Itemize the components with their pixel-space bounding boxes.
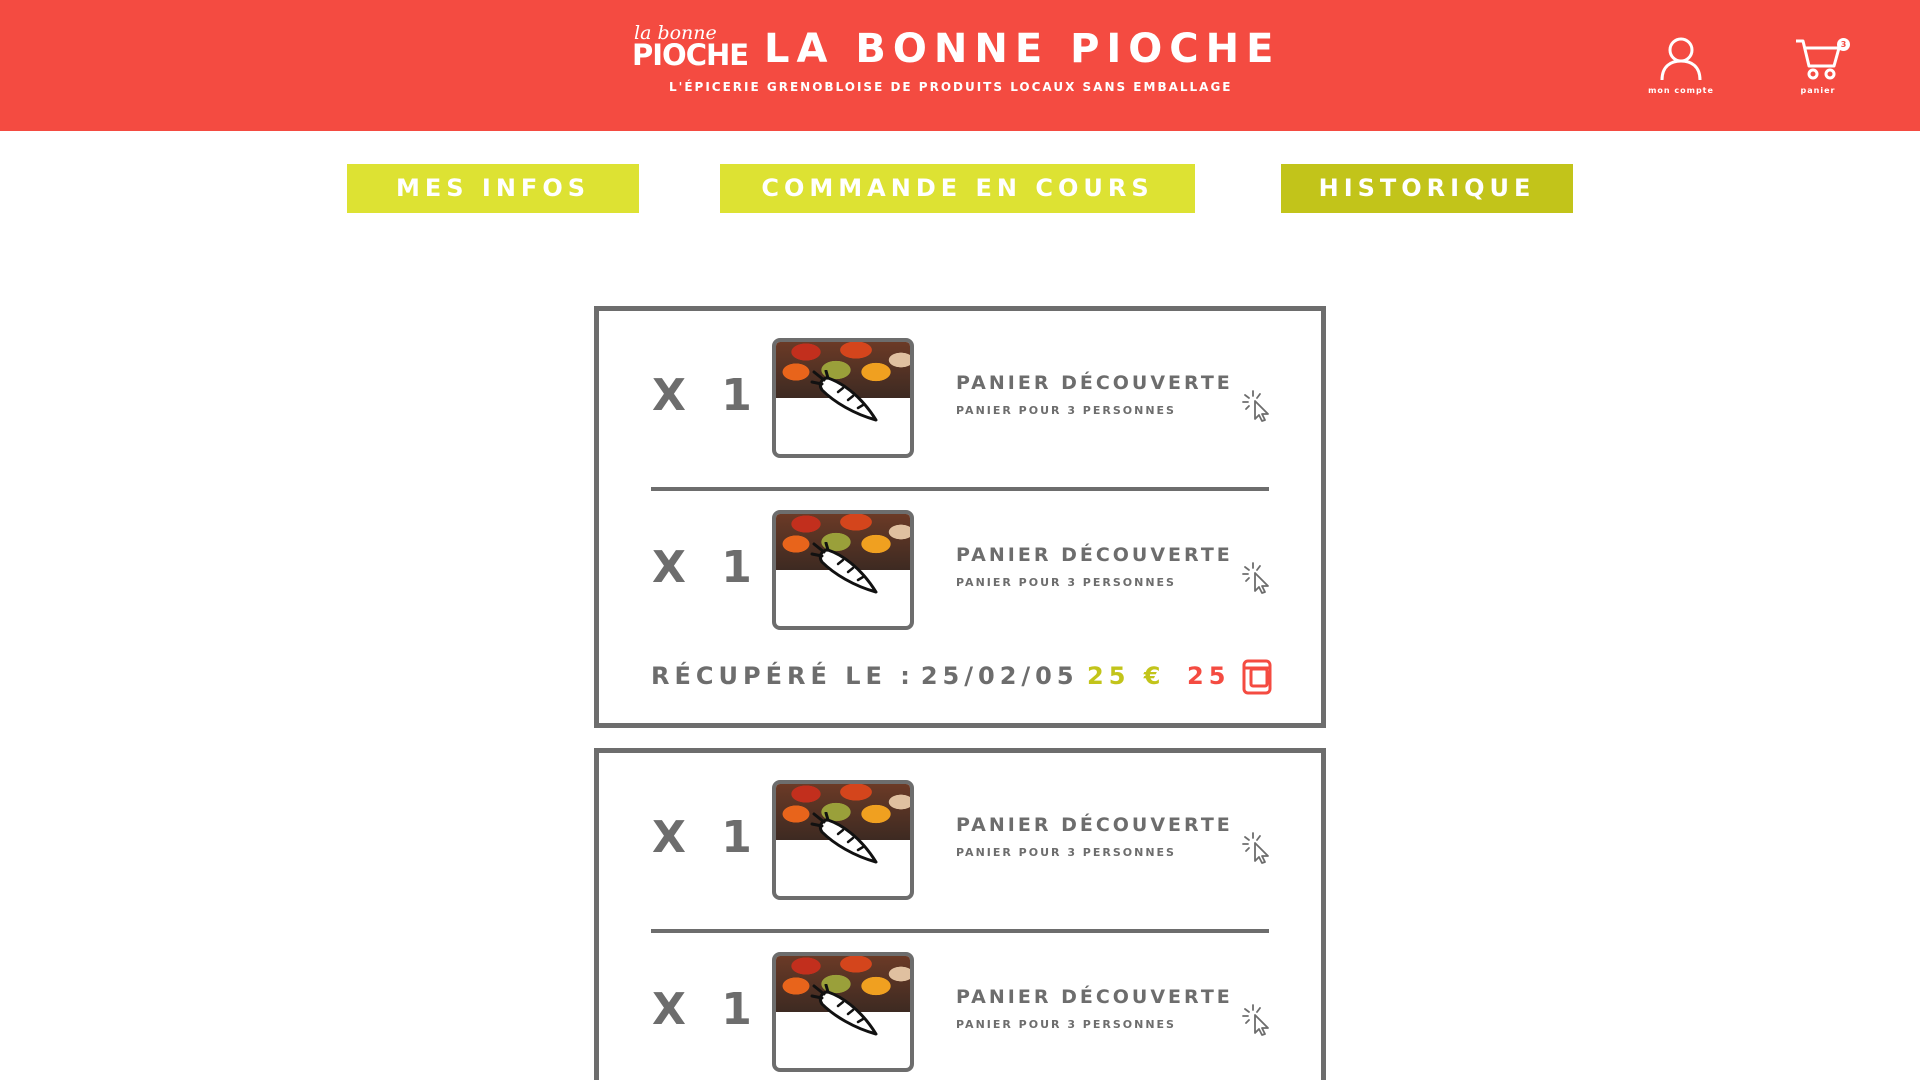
- site-header: la bonne PIOCHE LA BONNE PIOCHE L'ÉPICER…: [0, 0, 1920, 131]
- product-image[interactable]: [772, 780, 914, 900]
- brand-title: LA BONNE PIOCHE: [764, 26, 1281, 72]
- order-card: X 1 PANIER DÉCOUVERTE PANIER POUR 3 PERS…: [594, 748, 1326, 1080]
- item-quantity: X 1: [652, 370, 762, 421]
- brand-logo[interactable]: la bonne PIOCHE: [632, 22, 749, 74]
- cart-icon: [1796, 39, 1841, 80]
- product-image[interactable]: [772, 510, 914, 630]
- cart-count-badge: 3: [1837, 38, 1850, 51]
- order-item: X 1 PANIER DÉCOUVERTE PANIER POUR 3 PERS…: [599, 952, 1321, 1074]
- click-cursor-icon[interactable]: [1241, 1003, 1275, 1037]
- order-item: X 1 PANIER DÉCOUVERTE PANIER POUR 3 PERS…: [599, 510, 1321, 632]
- carrot-icon: [810, 984, 878, 1036]
- click-cursor-icon[interactable]: [1241, 831, 1275, 865]
- item-quantity: X 1: [652, 542, 762, 593]
- account-label: mon compte: [1648, 86, 1714, 95]
- item-divider: [651, 487, 1269, 491]
- product-name: PANIER DÉCOUVERTE: [956, 986, 1233, 1008]
- cart-label: panier: [1800, 86, 1836, 95]
- cart-button[interactable]: 3 panier: [1773, 36, 1863, 106]
- pickup-label: RÉCUPÉRÉ LE :: [651, 662, 915, 690]
- product-name: PANIER DÉCOUVERTE: [956, 372, 1233, 394]
- product-description: PANIER POUR 3 PERSONNES: [956, 576, 1176, 589]
- brand-subtitle: L'ÉPICERIE GRENOBLOISE DE PRODUITS LOCAU…: [669, 80, 1233, 94]
- product-description: PANIER POUR 3 PERSONNES: [956, 1018, 1176, 1031]
- pickup-info: RÉCUPÉRÉ LE :25/02/05: [651, 662, 1079, 690]
- product-description: PANIER POUR 3 PERSONNES: [956, 846, 1176, 859]
- click-cursor-icon[interactable]: [1241, 561, 1275, 595]
- product-image[interactable]: [772, 338, 914, 458]
- order-points: 25: [1187, 662, 1231, 690]
- item-quantity: X 1: [652, 812, 762, 863]
- carrot-icon: [810, 542, 878, 594]
- item-quantity: X 1: [652, 984, 762, 1035]
- order-item: X 1 PANIER DÉCOUVERTE PANIER POUR 3 PERS…: [599, 780, 1321, 902]
- order-card: X 1 PANIER DÉCOUVERTE PANIER POUR 3 PERS…: [594, 306, 1326, 728]
- item-divider: [651, 929, 1269, 933]
- account-button[interactable]: mon compte: [1636, 36, 1726, 106]
- tab-historique[interactable]: HISTORIQUE: [1281, 164, 1573, 213]
- logo-word-text: PIOCHE: [632, 38, 749, 72]
- product-name: PANIER DÉCOUVERTE: [956, 544, 1233, 566]
- order-summary: RÉCUPÉRÉ LE :25/02/05 25 € 25: [651, 659, 1281, 702]
- jar-icon: [1242, 659, 1272, 695]
- carrot-icon: [810, 370, 878, 422]
- product-image[interactable]: [772, 952, 914, 1072]
- click-cursor-icon[interactable]: [1241, 389, 1275, 423]
- order-price: 25 €: [1087, 662, 1166, 690]
- tab-mes-infos[interactable]: MES INFOS: [347, 164, 639, 213]
- product-description: PANIER POUR 3 PERSONNES: [956, 404, 1176, 417]
- pickup-date: 25/02/05: [920, 662, 1079, 690]
- product-name: PANIER DÉCOUVERTE: [956, 814, 1233, 836]
- carrot-icon: [810, 812, 878, 864]
- order-item: X 1 PANIER DÉCOUVERTE PANIER POUR 3 PERS…: [599, 338, 1321, 460]
- tab-commande-en-cours[interactable]: COMMANDE EN COURS: [720, 164, 1195, 213]
- user-icon: [1660, 37, 1702, 81]
